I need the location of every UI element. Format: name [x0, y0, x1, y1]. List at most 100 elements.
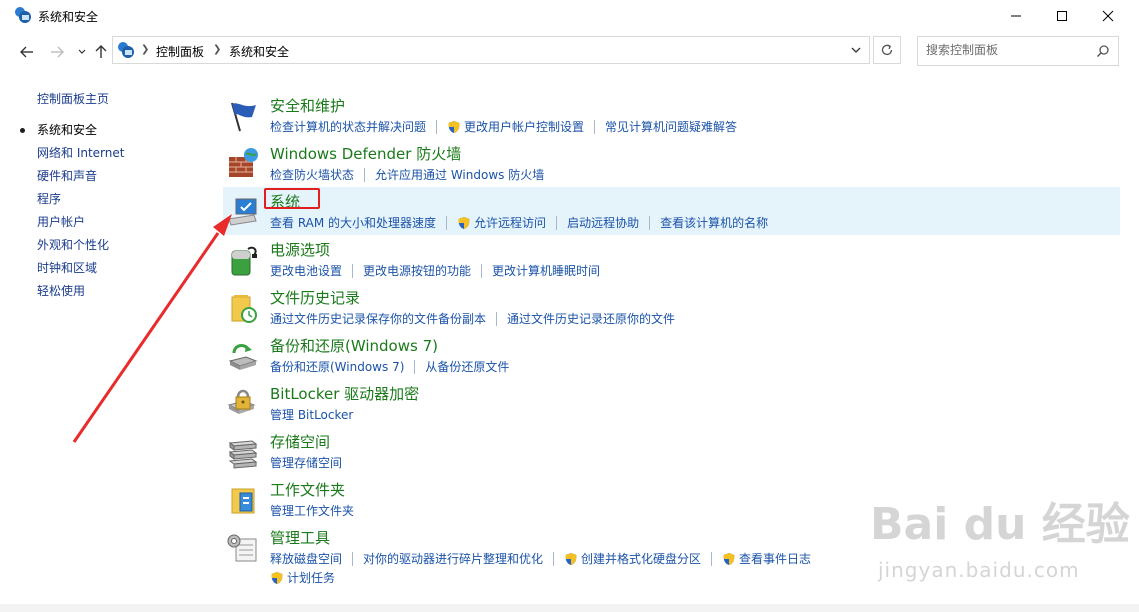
link-troubleshooting[interactable]: 常见计算机问题疑难解答 [605, 118, 737, 135]
back-button[interactable] [17, 42, 37, 62]
category-title[interactable]: BitLocker 驱动器加密 [270, 383, 419, 404]
link-free-disk-space[interactable]: 释放磁盘空间 [270, 550, 342, 567]
link-remote-assistance[interactable]: 启动远程协助 [567, 214, 639, 231]
category-title[interactable]: 安全和维护 [270, 95, 345, 116]
minimize-button[interactable] [993, 0, 1039, 32]
link-label[interactable]: 创建并格式化硬盘分区 [581, 550, 701, 567]
link-separator [496, 311, 498, 326]
link-separator [594, 119, 596, 134]
maximize-button[interactable] [1039, 0, 1085, 32]
category-title[interactable]: 工作文件夹 [270, 479, 345, 500]
watermark: Bai du 经验 jingyan.baidu.com [870, 488, 1130, 588]
search-box[interactable] [917, 36, 1119, 66]
category-title[interactable]: 电源选项 [270, 239, 330, 260]
link-save-backup-copies[interactable]: 通过文件历史记录保存你的文件备份副本 [270, 310, 486, 327]
link-create-format-partitions[interactable]: 创建并格式化硬盘分区 [564, 550, 701, 567]
link-separator [553, 551, 555, 566]
sidebar-item-system-security: 系统和安全 [19, 122, 124, 145]
link-manage-work-folders[interactable]: 管理工作文件夹 [270, 502, 354, 519]
category-title[interactable]: 文件历史记录 [270, 287, 360, 308]
forward-button[interactable] [47, 42, 67, 62]
link-firewall-status[interactable]: 检查防火墙状态 [270, 166, 354, 183]
link-schedule-tasks[interactable]: 计划任务 [270, 569, 335, 586]
back-arrow-icon [20, 46, 33, 58]
link-power-button-function[interactable]: 更改电源按钮的功能 [363, 262, 471, 279]
category-security-maintenance: 安全和维护 检查计算机的状态并解决问题 更改用户帐户控制设置 常见计算机问题疑难… [223, 91, 1120, 139]
link-label[interactable]: 查看事件日志 [739, 550, 811, 567]
sidebar-item-network[interactable]: 网络和 Internet [37, 145, 124, 168]
search-icon[interactable] [1096, 44, 1110, 58]
category-title[interactable]: Windows Defender 防火墙 [270, 143, 461, 164]
computer-icon [228, 198, 257, 226]
link-battery-settings[interactable]: 更改电池设置 [270, 262, 342, 279]
address-bar[interactable]: ❯ 控制面板 ❯ 系统和安全 [112, 36, 870, 64]
link-separator [436, 119, 438, 134]
link-backup-restore-win7[interactable]: 备份和还原(Windows 7) [270, 358, 404, 375]
file-history-icon [231, 295, 257, 323]
window-title: 系统和安全 [38, 10, 99, 24]
address-dropdown-button[interactable] [845, 39, 867, 61]
link-computer-name[interactable]: 查看该计算机的名称 [660, 214, 768, 231]
link-restore-from-backup[interactable]: 从备份还原文件 [425, 358, 509, 375]
link-allow-remote-access[interactable]: 允许远程访问 [457, 214, 546, 231]
link-manage-storage-spaces[interactable]: 管理存储空间 [270, 454, 342, 471]
close-button[interactable] [1085, 0, 1131, 32]
up-arrow-icon [95, 45, 107, 58]
uac-shield-icon [271, 571, 283, 584]
link-manage-bitlocker[interactable]: 管理 BitLocker [270, 406, 353, 423]
storage-icon [228, 440, 258, 469]
link-separator [414, 359, 416, 374]
annotation-highlight-box [264, 188, 320, 209]
link-separator [352, 551, 354, 566]
sidebar-item-clock-region[interactable]: 时钟和区域 [37, 260, 124, 283]
firewall-icon [229, 148, 258, 177]
category-backup-restore: 备份和还原(Windows 7) 备份和还原(Windows 7) 从备份还原文… [223, 331, 1120, 379]
link-view-event-logs[interactable]: 查看事件日志 [722, 550, 811, 567]
link-sleep-time[interactable]: 更改计算机睡眠时间 [492, 262, 600, 279]
watermark-logo: Bai du 经验 [870, 499, 1130, 550]
sidebar-item-ease-of-access[interactable]: 轻松使用 [37, 283, 124, 306]
breadcrumb-system-security[interactable]: 系统和安全 [229, 43, 289, 60]
chevron-down-icon [78, 49, 86, 54]
close-icon [1102, 10, 1114, 22]
title-bar: 系统和安全 [0, 0, 1139, 32]
category-power-options: 电源选项 更改电池设置 更改电源按钮的功能 更改计算机睡眠时间 [223, 235, 1120, 283]
uac-shield-icon [723, 552, 735, 565]
link-view-ram-processor[interactable]: 查看 RAM 的大小和处理器速度 [270, 214, 436, 231]
link-restore-files[interactable]: 通过文件历史记录还原你的文件 [507, 310, 675, 327]
link-label[interactable]: 计划任务 [287, 569, 335, 586]
uac-shield-icon [458, 216, 470, 229]
refresh-icon [881, 44, 893, 56]
link-uac-settings[interactable]: 更改用户帐户控制设置 [447, 118, 584, 135]
link-label[interactable]: 允许远程访问 [474, 214, 546, 231]
admin-tools-icon [227, 534, 257, 562]
search-input[interactable] [926, 43, 1086, 57]
breadcrumb-chevron-icon[interactable]: ❯ [141, 44, 149, 55]
category-bitlocker: BitLocker 驱动器加密 管理 BitLocker [223, 379, 1120, 427]
refresh-button[interactable] [873, 36, 901, 64]
link-separator [481, 263, 483, 278]
category-title[interactable]: 管理工具 [270, 527, 330, 548]
sidebar-item-programs[interactable]: 程序 [37, 191, 124, 214]
link-defragment-drives[interactable]: 对你的驱动器进行碎片整理和优化 [363, 550, 543, 567]
breadcrumb-chevron-icon[interactable]: ❯ [213, 44, 221, 55]
sidebar-home-link[interactable]: 控制面板主页 [37, 90, 109, 107]
bitlocker-icon [227, 389, 256, 414]
link-allow-app-firewall[interactable]: 允许应用通过 Windows 防火墙 [375, 166, 544, 183]
uac-shield-icon [448, 120, 460, 133]
minimize-icon [1011, 15, 1021, 17]
sidebar-item-appearance[interactable]: 外观和个性化 [37, 237, 124, 260]
sidebar-item-user-accounts[interactable]: 用户帐户 [37, 214, 124, 237]
breadcrumb-control-panel[interactable]: 控制面板 [156, 43, 204, 60]
category-title[interactable]: 存储空间 [270, 431, 330, 452]
link-separator [364, 167, 366, 182]
link-check-status[interactable]: 检查计算机的状态并解决问题 [270, 118, 426, 135]
category-title[interactable]: 备份和还原(Windows 7) [270, 335, 438, 356]
recent-locations-button[interactable] [72, 42, 92, 62]
sidebar-item-hardware[interactable]: 硬件和声音 [37, 168, 124, 191]
flag-icon [231, 102, 256, 132]
link-label[interactable]: 更改用户帐户控制设置 [464, 118, 584, 135]
category-storage-spaces: 存储空间 管理存储空间 [223, 427, 1120, 475]
up-button[interactable] [91, 42, 111, 62]
uac-shield-icon [565, 552, 577, 565]
